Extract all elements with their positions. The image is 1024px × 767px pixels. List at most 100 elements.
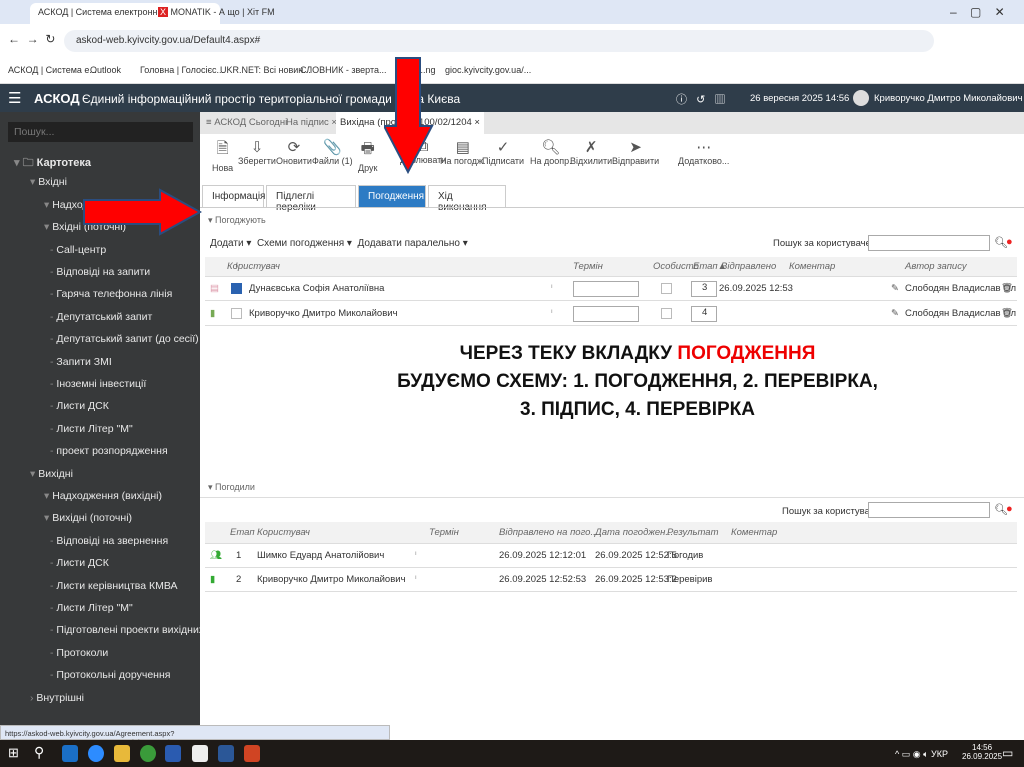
add-parallel-button[interactable]: Додавати паралельно ▾ [358,238,468,249]
panel-tab[interactable]: Хід виконання [428,185,506,213]
column-header[interactable]: Автор запису [905,261,967,272]
table-row[interactable]: 👥︎ 1 Шимко Едуард Анатолійович ⁱ 26.09.2… [205,544,1017,568]
column-header[interactable]: Відправлено [721,261,776,272]
info-icon[interactable]: ⁱ [415,550,417,561]
edit-icon[interactable]: ✎ [891,308,899,319]
sidebar-item[interactable]: - Відповіді на звернення [50,535,168,547]
trash-icon[interactable]: 🗑︎ [1001,308,1013,319]
sidebar-item[interactable]: - Листи Літер "М" [50,602,133,614]
bookmark[interactable]: СЛОВНИК - зверта... [300,65,386,75]
toolbar-button[interactable]: ➤ Відправити [612,138,659,166]
doc-tab-today[interactable]: ≡ АСКОД Сьогодні [206,117,287,128]
schemes-button[interactable]: Схеми погодження ▾ [257,238,352,249]
bookmark[interactable]: UKR.NET: Всі новин... [220,65,311,75]
clock[interactable]: 14:56 26.09.2025 [962,743,1002,761]
approved-section-title[interactable]: ▾ Погодили [208,482,255,493]
outlook-icon[interactable] [62,745,78,762]
url-input[interactable]: askod-web.kyivcity.gov.ua/Default4.aspx# [64,30,934,52]
info-icon[interactable]: ⁱ [551,308,553,319]
panel-tab[interactable]: Інформація [202,185,265,207]
bookmark[interactable]: gioc.kyivcity.gov.ua/... [445,65,531,75]
sidebar-item[interactable]: ▾ Вихідні (поточні) [44,512,132,524]
nav-buttons[interactable]: ← → ↻ [8,32,55,46]
table-row[interactable]: ▮ 2 Криворучко Дмитро Миколайович ⁱ 26.0… [205,568,1017,592]
toolbar-button[interactable]: ⇩ Зберегти [238,138,276,166]
table-row[interactable]: ▮ Криворучко Дмитро Миколайович ⁱ 4 ✎ Сл… [205,302,1017,326]
personal-checkbox[interactable] [661,308,672,319]
sidebar-item[interactable]: - Відповіді на запити [50,266,150,278]
windows-start-icon[interactable]: ⊞ [8,745,19,761]
doc-tab-sign[interactable]: На підпис × [286,117,337,128]
toolbar-button[interactable]: ▤ На погодж. [440,138,486,166]
term-input[interactable] [573,306,639,322]
clear-icon[interactable]: ● [1006,503,1013,515]
help-icon[interactable]: ⓘ ↺ ▥ [676,91,726,107]
toolbar-button[interactable]: ⋯ Додатково... [678,138,729,166]
stage-input[interactable]: 3 [691,281,717,297]
menu-icon[interactable]: ☰ [8,89,21,107]
trash-icon[interactable]: 🗑︎ [1001,283,1013,294]
powerpoint-icon[interactable] [244,745,260,762]
row-checkbox[interactable] [231,283,242,294]
sidebar-item[interactable]: ▾ Вихідні [30,468,73,480]
add-button[interactable]: Додати ▾ [210,238,251,249]
panel-tab[interactable]: Підлеглі переліки [266,185,356,213]
sidebar-item[interactable]: - Протоколи [50,647,108,659]
column-header[interactable]: Особисто [653,261,699,272]
toolbar-button[interactable]: ✓ Підписати [482,138,524,166]
chrome-icon[interactable] [140,745,156,762]
sidebar-item[interactable]: - Гаряча телефонна лінія [50,288,172,300]
personal-checkbox[interactable] [661,283,672,294]
toolbar-button[interactable]: 📎 Файли (1) [312,138,353,166]
sidebar-item[interactable]: - Іноземні інвестиції [50,378,146,390]
sidebar-search-input[interactable]: Пошук... [8,122,193,142]
sidebar-item[interactable]: - Протокольні доручення [50,669,170,681]
sidebar-item[interactable]: - Call-центр [50,244,106,256]
tray-icons[interactable]: ^ ▭ ◉ 🔈︎ УКР [895,749,948,760]
approved-search-input[interactable] [868,502,990,518]
stage-input[interactable]: 4 [691,306,717,322]
explorer-icon[interactable] [114,745,130,762]
sidebar-item[interactable]: › Внутрішні [30,692,84,704]
info-icon[interactable]: ⁱ [415,574,417,585]
sidebar-item[interactable]: - Підготовлені проекти вихідних [50,624,204,636]
search-icon[interactable]: ⚲ [34,744,44,761]
column-header[interactable]: Коментар [731,527,777,538]
bookmark[interactable]: АСКОД | Система е... [8,65,97,75]
info-icon[interactable]: ⁱ [551,283,553,294]
sidebar-item[interactable]: - Листи Літер "М" [50,423,133,435]
edit-icon[interactable]: ✎ [891,283,899,294]
askod-icon[interactable] [165,745,181,762]
column-header[interactable]: Термін [429,527,459,538]
user-menu[interactable]: Криворучко Дмитро Миколайович [874,93,1023,104]
bookmark[interactable]: Outlook [90,65,121,75]
word-icon[interactable] [218,745,234,762]
clear-icon[interactable]: ● [1006,236,1013,248]
sidebar-item[interactable]: - Листи ДСК [50,557,109,569]
sidebar-item[interactable]: ▾ 🗀 Картотека [14,154,91,173]
toolbar-button[interactable]: ⟳ Оновити [276,138,312,166]
sidebar-item[interactable]: - Листи керівництва КМВА [50,580,178,592]
zoom-icon[interactable] [88,745,104,762]
column-header[interactable]: Відправлено на пого... [499,527,598,538]
sidebar-item[interactable]: ▾ Надходження (вихідні) [44,490,162,502]
avatar[interactable] [853,90,869,106]
column-header[interactable]: Користувач [227,261,280,272]
sidebar-item[interactable]: - Листи ДСК [50,400,109,412]
term-input[interactable] [573,281,639,297]
approving-section-title[interactable]: ▾ Погоджують [208,215,266,226]
table-row[interactable]: ▤ Дунаєвська Софія Анатоліївна ⁱ 3 26.09… [205,277,1017,301]
sidebar-item[interactable]: - проект розпорядження [50,445,168,457]
column-header[interactable]: Користувач [257,527,310,538]
sidebar-item[interactable]: ▾ Вхідні [30,176,67,188]
column-header[interactable]: Результат [667,527,719,538]
column-header[interactable]: Коментар [789,261,835,272]
sidebar-item[interactable]: - Депутатський запит (до сесії) [50,333,199,345]
sidebar-item[interactable]: - Запити ЗМІ [50,356,112,368]
column-header[interactable]: Дата погоджен... [595,527,673,538]
bookmark[interactable]: Головна | Голосієс... [140,65,224,75]
toolbar-button[interactable]: 🗎 Нова [212,138,233,173]
column-header[interactable]: Етап [230,527,255,538]
document-icon[interactable] [192,745,208,762]
panel-tab[interactable]: Погодження [358,185,426,207]
